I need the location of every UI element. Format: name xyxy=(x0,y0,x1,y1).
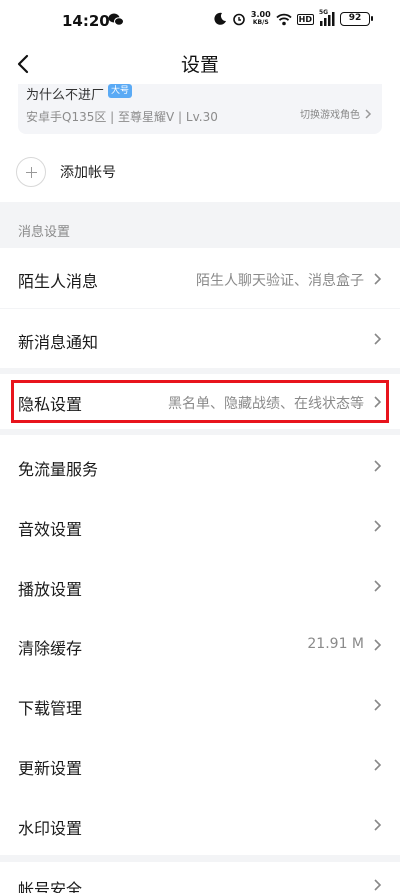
clear-cache-row[interactable]: 清除缓存 21.91 M xyxy=(0,615,400,675)
switch-role-button[interactable]: 切换游戏角色 xyxy=(300,106,372,121)
stranger-message-row[interactable]: 陌生人消息 陌生人聊天验证、消息盒子 xyxy=(0,248,400,308)
row-label: 陌生人消息 xyxy=(18,272,99,291)
row-label: 下载管理 xyxy=(18,699,83,718)
download-management-row[interactable]: 下载管理 xyxy=(0,675,400,735)
hd-icon: HD xyxy=(296,13,314,25)
wechat-icon xyxy=(108,13,124,26)
row-label: 免流量服务 xyxy=(18,460,99,479)
chevron-right-icon xyxy=(374,580,382,592)
network-speed: 3.00 KB/S xyxy=(251,11,271,27)
alarm-icon xyxy=(233,13,245,26)
new-message-notification-row[interactable]: 新消息通知 xyxy=(0,309,400,368)
playback-settings-row[interactable]: 播放设置 xyxy=(0,555,400,615)
page-title: 设置 xyxy=(180,54,219,76)
row-label: 水印设置 xyxy=(18,819,83,838)
chevron-right-icon xyxy=(374,273,382,285)
row-label: 新消息通知 xyxy=(18,333,99,352)
status-time: 14:20 xyxy=(62,12,110,30)
network-speed-value: 3.00 xyxy=(250,10,271,19)
battery-icon: 92 xyxy=(340,12,373,26)
chevron-right-icon xyxy=(374,460,382,472)
status-bar: 14:20 3.00 KB/S HD 5G 92 xyxy=(0,0,400,44)
switch-role-label: 切换游戏角色 xyxy=(300,110,360,121)
cache-size: 21.91 M xyxy=(307,636,364,652)
status-icons: 3.00 KB/S HD 5G 92 xyxy=(213,9,373,27)
chevron-right-icon xyxy=(374,819,382,831)
update-settings-row[interactable]: 更新设置 xyxy=(0,735,400,795)
row-label: 帐号安全 xyxy=(18,880,83,893)
highlight-box xyxy=(11,380,389,423)
add-account-label: 添加帐号 xyxy=(60,165,116,181)
main-account-badge: 大号 xyxy=(108,84,133,98)
cell-signal-icon: 5G xyxy=(319,9,335,26)
row-label: 音效设置 xyxy=(18,520,83,539)
chevron-right-icon xyxy=(374,333,382,345)
account-section: 为什么不进厂 大号 安卓手Q135区 | 至尊星耀V | Lv.30 切换游戏角… xyxy=(0,84,400,202)
account-card[interactable]: 为什么不进厂 大号 安卓手Q135区 | 至尊星耀V | Lv.30 切换游戏角… xyxy=(18,84,382,134)
account-detail: 安卓手Q135区 | 至尊星耀V | Lv.30 xyxy=(26,110,218,124)
chevron-right-icon xyxy=(374,520,382,532)
free-data-service-row[interactable]: 免流量服务 xyxy=(0,435,400,495)
sound-settings-row[interactable]: 音效设置 xyxy=(0,495,400,555)
row-value: 陌生人聊天验证、消息盒子 xyxy=(196,273,364,289)
chevron-right-icon xyxy=(374,759,382,771)
account-name: 为什么不进厂 xyxy=(26,88,105,103)
message-settings-header: 消息设置 xyxy=(18,225,71,240)
chevron-right-icon xyxy=(374,699,382,711)
navigation-bar: 设置 xyxy=(0,44,400,84)
row-label: 播放设置 xyxy=(18,580,83,599)
battery-level: 92 xyxy=(348,13,362,23)
row-label: 清除缓存 xyxy=(18,639,83,658)
watermark-settings-row[interactable]: 水印设置 xyxy=(0,795,400,855)
chevron-right-icon xyxy=(374,879,382,891)
add-account-button[interactable]: 添加帐号 xyxy=(16,157,116,187)
row-label: 更新设置 xyxy=(18,759,83,778)
account-security-row[interactable]: 帐号安全 xyxy=(0,862,400,893)
chevron-right-icon xyxy=(374,639,382,651)
chevron-right-icon xyxy=(365,108,372,119)
network-speed-unit: KB/S xyxy=(252,19,269,26)
plus-icon xyxy=(16,157,46,187)
wifi-icon xyxy=(276,13,292,25)
moon-icon xyxy=(214,12,226,25)
